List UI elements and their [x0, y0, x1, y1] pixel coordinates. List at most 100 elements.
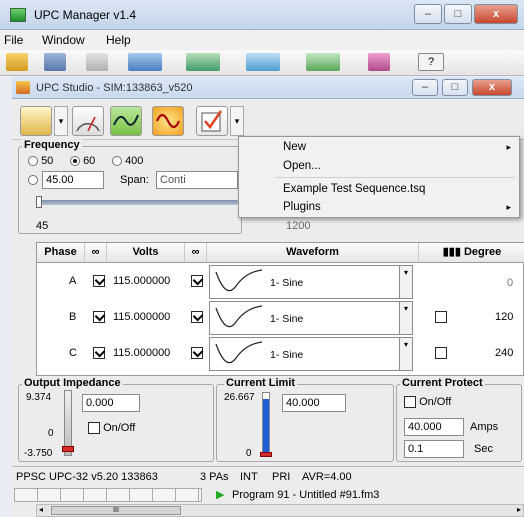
eraser-icon[interactable]: [368, 53, 390, 71]
degree-checkbox-c[interactable]: [435, 347, 447, 359]
protect-amps-unit: Amps: [470, 421, 499, 433]
sine-wave-icon: [215, 341, 263, 364]
phase-label-a: A: [69, 275, 77, 287]
menu-help[interactable]: Help: [106, 33, 131, 47]
chevron-down-icon[interactable]: ▾: [399, 337, 413, 371]
maximize-button[interactable]: □: [444, 4, 472, 24]
print-icon[interactable]: [86, 53, 108, 71]
protect-onoff-checkbox[interactable]: On/Off: [404, 396, 451, 409]
degree-value-b[interactable]: 120: [495, 311, 513, 323]
waveform-select-a[interactable]: 1- Sine ▾: [209, 265, 413, 299]
status-pas: 3 PAs: [200, 471, 229, 483]
protect-amps-input[interactable]: 40.000: [404, 418, 464, 436]
waveform-label-a: 1- Sine: [270, 277, 304, 289]
menu-window[interactable]: Window: [42, 33, 85, 47]
save-icon[interactable]: [44, 53, 66, 71]
menu-item-new[interactable]: New ▸: [239, 139, 519, 157]
studio-minimize-button[interactable]: –: [412, 79, 438, 96]
close-button[interactable]: x: [474, 4, 518, 24]
impedance-input[interactable]: 0.000: [82, 394, 140, 412]
col-waveform: Waveform: [207, 243, 419, 263]
current-limit-fill: [263, 399, 269, 455]
studio-maximize-button[interactable]: □: [442, 79, 468, 96]
scroll-right-icon[interactable]: ▸: [517, 505, 521, 514]
waveform-select-c[interactable]: 1- Sine ▾: [209, 337, 413, 371]
studio-close-button[interactable]: x: [472, 79, 512, 96]
menu-item-example[interactable]: Example Test Sequence.tsq: [239, 181, 519, 199]
checklist-icon[interactable]: [196, 106, 228, 136]
frequency-radio-400[interactable]: 400: [112, 155, 143, 167]
power-tool-dropdown[interactable]: ▾: [54, 106, 68, 136]
menu-item-plugins[interactable]: Plugins ▸: [239, 199, 519, 217]
current-limit-slider[interactable]: [262, 392, 270, 456]
waveform-select-b[interactable]: 1- Sine ▾: [209, 301, 413, 335]
impedance-slider-handle[interactable]: [62, 446, 74, 452]
impedance-onoff-checkbox[interactable]: On/Off: [88, 422, 135, 435]
play-icon[interactable]: ▶: [216, 488, 224, 501]
frequency-radio-60[interactable]: 60: [70, 155, 95, 167]
checkbox-box: [404, 396, 416, 409]
connect-icon[interactable]: [128, 53, 162, 71]
sine-wave-icon[interactable]: [152, 106, 184, 136]
menu-file[interactable]: File: [4, 33, 23, 47]
chevron-down-icon[interactable]: ▾: [399, 301, 413, 335]
degree-checkbox-b[interactable]: [435, 311, 447, 323]
degree-value-a[interactable]: 0: [507, 277, 513, 289]
frequency-slider-thumb[interactable]: [36, 196, 42, 208]
col-degree-label: Degree: [463, 246, 502, 258]
col-link-volts[interactable]: ∞: [85, 243, 107, 263]
current-limit-input[interactable]: 40.000: [282, 394, 346, 412]
impedance-max-label: 9.374: [26, 392, 52, 403]
app-title-bar: UPC Manager v1.4 – □ x: [0, 0, 524, 30]
network-icon[interactable]: [186, 53, 220, 71]
menu-item-example-label: Example Test Sequence.tsq: [283, 183, 426, 195]
menu-bar: File Window Help: [0, 30, 524, 50]
checklist-dropdown[interactable]: ▾: [230, 106, 244, 136]
chevron-down-icon[interactable]: ▾: [399, 265, 413, 299]
help-icon[interactable]: ?: [418, 53, 444, 71]
scroll-left-icon[interactable]: ◂: [39, 505, 43, 514]
link-icon: ∞: [191, 246, 200, 258]
volts-checkbox-b[interactable]: [93, 311, 105, 323]
current-limit-label: Current Limit: [224, 377, 298, 389]
current-protect-label: Current Protect: [400, 377, 485, 389]
meter-icon[interactable]: [72, 106, 104, 136]
wave-checkbox-a[interactable]: [191, 275, 203, 287]
frequency-slider-track[interactable]: [38, 200, 238, 205]
current-limit-handle[interactable]: [260, 452, 272, 457]
wave-checkbox-b[interactable]: [191, 311, 203, 323]
volts-checkbox-c[interactable]: [93, 347, 105, 359]
freq-50-label: 50: [41, 155, 54, 167]
volts-value-b[interactable]: 115.000000: [113, 311, 170, 323]
volts-value-a[interactable]: 115.000000: [113, 275, 170, 287]
studio-title: UPC Studio - SIM:133863_v520: [36, 82, 193, 94]
status-avr: AVR=4.00: [302, 471, 352, 483]
segment-cells: [14, 488, 202, 502]
frequency-radio-custom[interactable]: [28, 174, 38, 186]
volts-checkbox-a[interactable]: [93, 275, 105, 287]
minimize-button[interactable]: –: [414, 4, 442, 24]
protect-sec-input[interactable]: 0.1: [404, 440, 464, 458]
wave-checkbox-c[interactable]: [191, 347, 203, 359]
waveform-scope-icon[interactable]: [110, 106, 142, 136]
power-tool-icon[interactable]: [20, 106, 52, 136]
open-folder-icon[interactable]: [6, 53, 28, 71]
transfer-icon[interactable]: [246, 53, 280, 71]
col-phase-label: Phase: [44, 246, 77, 258]
phase-label-c: C: [69, 347, 77, 359]
span-select[interactable]: Conti: [156, 171, 238, 189]
degree-value-c[interactable]: 240: [495, 347, 513, 359]
download-icon[interactable]: [306, 53, 340, 71]
horizontal-scrollbar[interactable]: ◂ III ▸: [36, 504, 524, 517]
col-link-wave[interactable]: ∞: [185, 243, 207, 263]
volts-value-c[interactable]: 115.000000: [113, 347, 170, 359]
app-title: UPC Manager v1.4: [34, 8, 137, 22]
frequency-radio-50[interactable]: 50: [28, 155, 53, 167]
status-int: INT: [240, 471, 258, 483]
col-degree: ▮▮▮ Degree: [419, 243, 524, 263]
frequency-custom-input[interactable]: 45.00: [42, 171, 104, 189]
scroll-thumb[interactable]: III: [51, 506, 181, 515]
menu-item-open[interactable]: Open...: [239, 158, 519, 176]
submenu-arrow-icon: ▸: [506, 142, 511, 152]
status-device: PPSC UPC-32 v5.20 133863: [16, 471, 158, 483]
